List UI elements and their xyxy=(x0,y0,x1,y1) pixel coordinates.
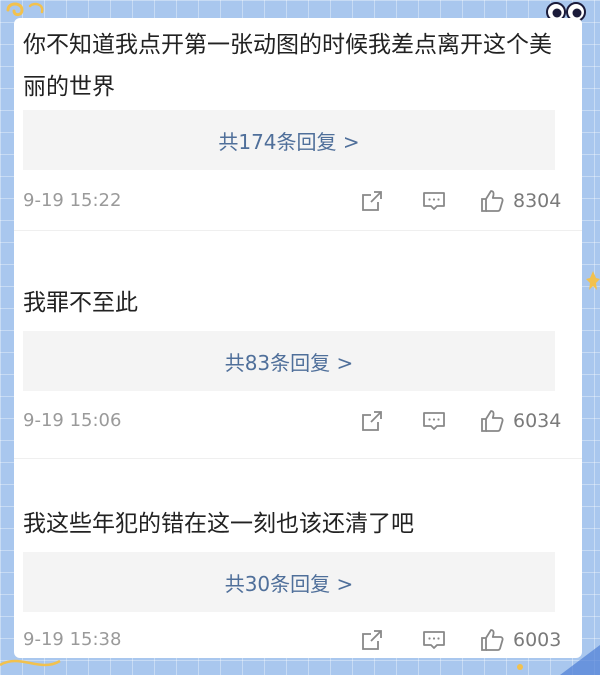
comment-icon[interactable] xyxy=(421,627,447,653)
view-replies-link[interactable]: 共83条回复 > xyxy=(225,347,354,376)
view-replies-link[interactable]: 共174条回复 > xyxy=(218,126,359,155)
share-icon[interactable] xyxy=(359,188,385,214)
comment-icon[interactable] xyxy=(421,408,447,434)
comment-meta-row: 9-19 15:06 6034 xyxy=(23,406,562,436)
like-count: 6034 xyxy=(513,410,562,432)
comment-item: 我这些年犯的错在这一刻也该还清了吧 共30条回复 > 9-19 15:38 60… xyxy=(14,458,582,658)
reply-box[interactable]: 共83条回复 > xyxy=(23,331,555,391)
reply-box[interactable]: 共174条回复 > xyxy=(23,110,555,170)
comment-text: 我这些年犯的错在这一刻也该还清了吧 xyxy=(23,511,414,537)
like-count: 8304 xyxy=(513,190,562,212)
divider xyxy=(14,230,582,231)
comment-item: 我罪不至此 共83条回复 > 9-19 15:06 6034 xyxy=(14,238,582,450)
comment-meta-row: 9-19 15:38 6003 xyxy=(23,625,562,655)
comment-text: 我罪不至此 xyxy=(23,290,138,316)
thumbs-up-icon[interactable] xyxy=(479,627,505,653)
comment-timestamp: 9-19 15:22 xyxy=(23,190,122,211)
comment-text: 你不知道我点开第一张动图的时候我差点离开这个美丽的世界 xyxy=(23,32,552,100)
like-count: 6003 xyxy=(513,629,562,651)
comment-list-card[interactable]: 你不知道我点开第一张动图的时候我差点离开这个美丽的世界 共174条回复 > 9-… xyxy=(14,18,582,658)
reply-box[interactable]: 共30条回复 > xyxy=(23,552,555,612)
swirl-decoration-icon xyxy=(6,2,44,17)
share-icon[interactable] xyxy=(359,408,385,434)
view-replies-link[interactable]: 共30条回复 > xyxy=(225,568,354,597)
share-icon[interactable] xyxy=(359,627,385,653)
thumbs-up-icon[interactable] xyxy=(479,188,505,214)
comment-meta-row: 9-19 15:22 8304 xyxy=(23,186,562,216)
thumbs-up-icon[interactable] xyxy=(479,408,505,434)
comment-timestamp: 9-19 15:06 xyxy=(23,410,122,431)
comment-icon[interactable] xyxy=(421,188,447,214)
star-decoration-icon xyxy=(586,271,600,290)
comment-item: 你不知道我点开第一张动图的时候我差点离开这个美丽的世界 共174条回复 > 9-… xyxy=(14,18,582,230)
comment-timestamp: 9-19 15:38 xyxy=(23,629,122,650)
